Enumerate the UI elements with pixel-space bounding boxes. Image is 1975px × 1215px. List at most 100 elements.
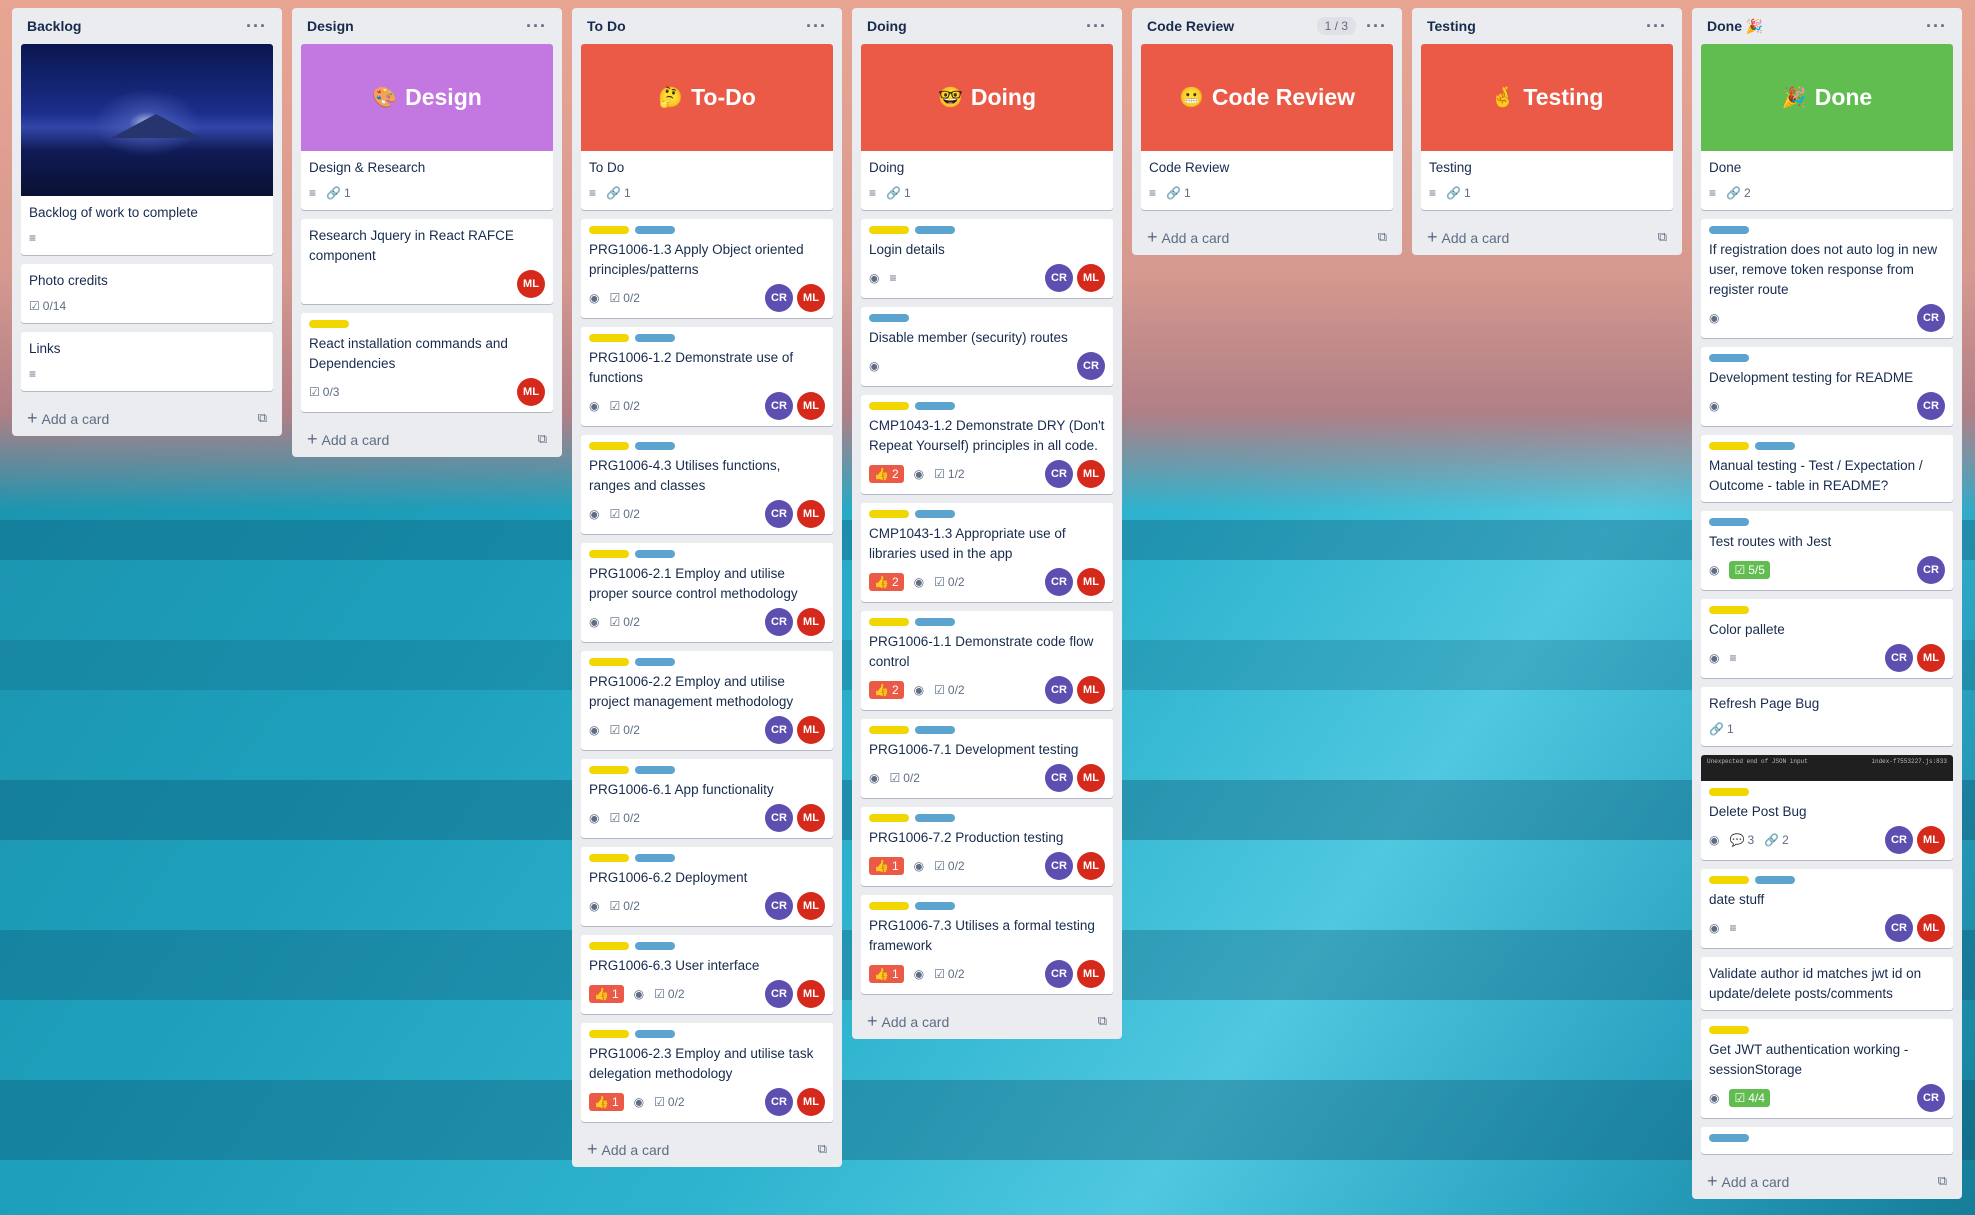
avatar-ml[interactable]: ML	[1077, 264, 1105, 292]
list-header[interactable]: Design ···	[301, 8, 553, 44]
list-title[interactable]: Doing	[867, 18, 907, 34]
avatar-cr[interactable]: CR	[1045, 676, 1073, 704]
add-card-button[interactable]: + Add a card ⧉	[301, 421, 553, 457]
card[interactable]: CMP1043-1.3 Appropriate use of libraries…	[861, 503, 1113, 602]
label-blue[interactable]	[1755, 876, 1795, 884]
avatar-ml[interactable]: ML	[797, 1088, 825, 1116]
avatar-cr[interactable]: CR	[1917, 304, 1945, 332]
card[interactable]: Validate author id matches jwt id on upd…	[1701, 957, 1953, 1010]
template-icon[interactable]: ⧉	[1098, 1013, 1107, 1029]
label-blue[interactable]	[635, 1030, 675, 1038]
card[interactable]: 🎨 Design Design & Research ≡ 🔗 1	[301, 44, 553, 210]
avatar-cr[interactable]: CR	[1045, 764, 1073, 792]
card[interactable]: PRG1006-7.3 Utilises a formal testing fr…	[861, 895, 1113, 994]
card[interactable]: PRG1006-6.2 Deployment ◉ ☑ 0/2 CR ML	[581, 847, 833, 926]
label-yellow[interactable]	[589, 550, 629, 558]
card[interactable]: 😬 Code Review Code Review ≡ 🔗 1	[1141, 44, 1393, 210]
card[interactable]: PRG1006-1.3 Apply Object oriented princi…	[581, 219, 833, 318]
avatar-cr[interactable]: CR	[765, 892, 793, 920]
card[interactable]: 🤞 Testing Testing ≡ 🔗 1	[1421, 44, 1673, 210]
avatar-cr[interactable]: CR	[765, 716, 793, 744]
avatar-ml[interactable]: ML	[797, 716, 825, 744]
card[interactable]: PRG1006-7.2 Production testing 👍 1 ◉ ☑ 0/2 CR M…	[861, 807, 1113, 886]
label-blue[interactable]	[915, 814, 955, 822]
label-yellow[interactable]	[1709, 606, 1749, 614]
avatar-ml[interactable]: ML	[517, 270, 545, 298]
label-yellow[interactable]	[1709, 442, 1749, 450]
avatar-ml[interactable]: ML	[1077, 960, 1105, 988]
card[interactable]: 🤔 To-Do To Do ≡ 🔗 1	[581, 44, 833, 210]
avatar-ml[interactable]: ML	[1917, 644, 1945, 672]
more-icon[interactable]: ···	[1926, 17, 1947, 35]
avatar-cr[interactable]: CR	[765, 804, 793, 832]
list-header[interactable]: Testing ···	[1421, 8, 1673, 44]
avatar-cr[interactable]: CR	[1045, 568, 1073, 596]
label-yellow[interactable]	[869, 726, 909, 734]
avatar-ml[interactable]: ML	[1077, 568, 1105, 596]
avatar-ml[interactable]: ML	[1917, 826, 1945, 854]
list-header[interactable]: Done 🎉 ···	[1701, 8, 1953, 44]
label-blue[interactable]	[915, 510, 955, 518]
avatar-ml[interactable]: ML	[797, 284, 825, 312]
card[interactable]: Unexpected end of JSON input index-f75532…	[1701, 755, 1953, 860]
label-yellow[interactable]	[589, 1030, 629, 1038]
label-yellow[interactable]	[589, 658, 629, 666]
avatar-cr[interactable]: CR	[1045, 460, 1073, 488]
label-yellow[interactable]	[1709, 1026, 1749, 1034]
card[interactable]: PRG1006-2.1 Employ and utilise proper so…	[581, 543, 833, 642]
list-title[interactable]: Design	[307, 18, 354, 34]
card[interactable]: Get JWT authentication working - session…	[1701, 1019, 1953, 1118]
card[interactable]	[1701, 1127, 1953, 1154]
label-blue[interactable]	[635, 942, 675, 950]
label-blue[interactable]	[1709, 354, 1749, 362]
label-blue[interactable]	[869, 314, 909, 322]
list-header[interactable]: Code Review 1 / 3 ···	[1141, 8, 1393, 44]
template-icon[interactable]: ⧉	[818, 1141, 827, 1157]
label-yellow[interactable]	[869, 510, 909, 518]
card[interactable]: PRG1006-1.2 Demonstrate use of functions…	[581, 327, 833, 426]
add-card-button[interactable]: + Add a card ⧉	[21, 400, 273, 436]
add-card-button[interactable]: + Add a card ⧉	[1141, 219, 1393, 255]
more-icon[interactable]: ···	[1646, 17, 1667, 35]
label-blue[interactable]	[915, 618, 955, 626]
label-blue[interactable]	[635, 658, 675, 666]
add-card-button[interactable]: + Add a card ⧉	[1421, 219, 1673, 255]
avatar-cr[interactable]: CR	[1045, 852, 1073, 880]
label-yellow[interactable]	[589, 226, 629, 234]
card[interactable]: If registration does not auto log in new…	[1701, 219, 1953, 338]
card[interactable]: Login details ◉ ≡ CR ML	[861, 219, 1113, 298]
card[interactable]: Disable member (security) routes ◉ CR	[861, 307, 1113, 386]
label-yellow[interactable]	[869, 402, 909, 410]
label-blue[interactable]	[635, 226, 675, 234]
avatar-ml[interactable]: ML	[797, 892, 825, 920]
list-title[interactable]: To Do	[587, 18, 626, 34]
card[interactable]: Refresh Page Bug 🔗 1	[1701, 687, 1953, 746]
label-blue[interactable]	[915, 726, 955, 734]
avatar-cr[interactable]: CR	[1917, 556, 1945, 584]
avatar-ml[interactable]: ML	[797, 608, 825, 636]
more-icon[interactable]: ···	[1086, 17, 1107, 35]
label-blue[interactable]	[635, 854, 675, 862]
list-title[interactable]: Done 🎉	[1707, 18, 1763, 35]
add-card-button[interactable]: + Add a card ⧉	[581, 1131, 833, 1167]
label-yellow[interactable]	[589, 442, 629, 450]
label-yellow[interactable]	[1709, 876, 1749, 884]
card[interactable]: PRG1006-2.3 Employ and utilise task dele…	[581, 1023, 833, 1122]
label-blue[interactable]	[1755, 442, 1795, 450]
card[interactable]: PRG1006-4.3 Utilises functions, ranges a…	[581, 435, 833, 534]
label-yellow[interactable]	[309, 320, 349, 328]
list-header[interactable]: Doing ···	[861, 8, 1113, 44]
card[interactable]: Color pallete ◉ ≡ CR ML	[1701, 599, 1953, 678]
avatar-cr[interactable]: CR	[1045, 960, 1073, 988]
label-blue[interactable]	[1709, 518, 1749, 526]
label-blue[interactable]	[915, 902, 955, 910]
list-header[interactable]: Backlog ···	[21, 8, 273, 44]
avatar-ml[interactable]: ML	[517, 378, 545, 406]
template-icon[interactable]: ⧉	[258, 410, 267, 426]
label-yellow[interactable]	[869, 814, 909, 822]
avatar-cr[interactable]: CR	[1885, 644, 1913, 672]
label-yellow[interactable]	[589, 766, 629, 774]
list-header[interactable]: To Do ···	[581, 8, 833, 44]
card[interactable]: PRG1006-2.2 Employ and utilise project m…	[581, 651, 833, 750]
label-yellow[interactable]	[589, 942, 629, 950]
